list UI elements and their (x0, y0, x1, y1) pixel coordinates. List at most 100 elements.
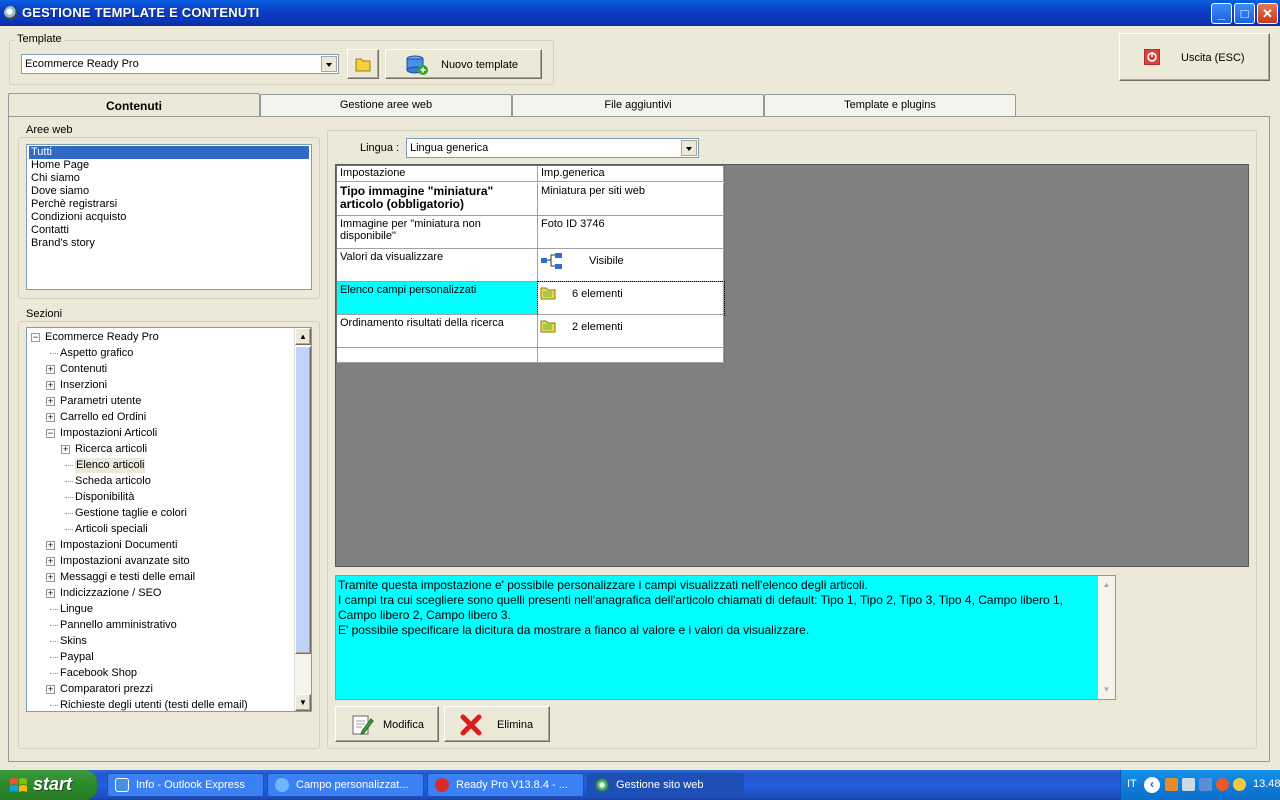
grid-cell-setting[interactable]: Ordinamento risultati della ricerca (337, 315, 538, 348)
close-button[interactable]: ✕ (1257, 3, 1278, 24)
tree-item[interactable]: Lingue (60, 602, 93, 617)
tree-item[interactable]: Articoli speciali (75, 522, 148, 537)
grid-empty-cell[interactable] (538, 348, 724, 363)
expand-icon[interactable]: + (46, 573, 55, 582)
open-folder-button[interactable] (347, 49, 379, 79)
scroll-down-button[interactable]: ▼ (1099, 682, 1114, 697)
grid-cell-setting[interactable]: Valori da visualizzare (337, 249, 538, 282)
start-button[interactable]: start (0, 770, 97, 800)
tree-item[interactable]: Elenco articoli (75, 458, 146, 473)
description-box[interactable]: Tramite questa impostazione e' possibile… (335, 575, 1116, 700)
template-select[interactable]: Ecommerce Ready Pro (21, 54, 339, 74)
expand-icon[interactable]: + (46, 541, 55, 550)
list-item[interactable]: Tutti (29, 146, 309, 159)
grid-cell-setting[interactable]: Tipo immagine "miniatura" articolo (obbl… (337, 183, 538, 216)
tree-item[interactable]: Aspetto grafico (60, 346, 133, 361)
list-item[interactable]: Condizioni acquisto (29, 211, 126, 224)
description-line: I campi tra cui scegliere sono quelli pr… (338, 593, 1063, 607)
tree-item[interactable]: Scheda articolo (75, 474, 151, 489)
grid-empty-cell[interactable] (337, 348, 538, 363)
tree-item[interactable]: Indicizzazione / SEO (60, 586, 162, 601)
task-gestione-sito[interactable]: Gestione sito web (587, 773, 744, 797)
grid-cell-setting[interactable]: Immagine per "miniatura non disponibile" (337, 216, 538, 249)
scroll-thumb[interactable] (295, 346, 311, 654)
collapse-icon[interactable]: − (46, 429, 55, 438)
expand-icon[interactable]: + (46, 397, 55, 406)
messenger-icon[interactable] (1233, 778, 1246, 791)
list-item[interactable]: Contatti (29, 224, 69, 237)
minimize-button[interactable]: _ (1211, 3, 1232, 24)
lingua-select[interactable]: Lingua generica (406, 138, 699, 158)
tree-item[interactable]: Skins (60, 634, 87, 649)
task-ready-pro[interactable]: Ready Pro V13.8.4 - ... (427, 773, 584, 797)
tree-item[interactable]: Ecommerce Ready Pro (45, 330, 159, 345)
collapse-icon[interactable]: − (31, 333, 40, 342)
tree-item[interactable]: Facebook Shop (60, 666, 137, 681)
delete-button[interactable]: Elimina (444, 706, 550, 742)
grid-cell-value[interactable]: 6 elementi (537, 281, 725, 316)
tree-item[interactable]: Gestione taglie e colori (75, 506, 187, 521)
list-item[interactable]: Brand's story (29, 237, 95, 250)
tree-item[interactable]: Pannello amministrativo (60, 618, 177, 633)
list-item[interactable]: Chi siamo (29, 172, 80, 185)
network-icon[interactable] (1182, 778, 1195, 791)
app-tray-icon[interactable] (1216, 778, 1229, 791)
list-item[interactable]: Perchè registrarsi (29, 198, 117, 211)
grid-header-impostazione[interactable]: Impostazione (337, 166, 538, 182)
modify-button[interactable]: Modifica (335, 706, 439, 742)
tree-item[interactable]: Messaggi e testi delle email (60, 570, 195, 585)
grid-header-imp-generica[interactable]: Imp.generica (538, 166, 724, 182)
tab-gestione-aree-web[interactable]: Gestione aree web (260, 94, 512, 116)
chevron-down-icon[interactable] (321, 56, 337, 72)
expand-icon[interactable]: + (46, 365, 55, 374)
description-scrollbar[interactable]: ▲ ▼ (1098, 576, 1115, 699)
tree-item[interactable]: Comparatori prezzi (60, 682, 153, 697)
tree-connector (65, 481, 73, 482)
title-bar[interactable]: GESTIONE TEMPLATE E CONTENUTI _ □ ✕ (0, 0, 1280, 26)
sezioni-tree[interactable]: − Ecommerce Ready Pro Aspetto grafico + Cont… (26, 327, 312, 712)
expand-icon[interactable]: + (46, 589, 55, 598)
grid-cell-value[interactable]: Foto ID 3746 (538, 216, 724, 249)
grid-cell-setting[interactable]: Elenco campi personalizzati (337, 282, 538, 315)
aree-web-list[interactable]: Tutti Home Page Chi siamo Dove siamo Per… (26, 144, 312, 290)
expand-icon[interactable]: + (46, 381, 55, 390)
grid-cell-value[interactable]: Visibile (538, 249, 724, 282)
tree-item[interactable]: Ricerca articoli (75, 442, 147, 457)
tree-item[interactable]: Parametri utente (60, 394, 141, 409)
tab-template-plugins[interactable]: Template e plugins (764, 94, 1016, 116)
tree-item[interactable]: Inserzioni (60, 378, 107, 393)
scroll-up-button[interactable]: ▲ (295, 328, 311, 345)
tree-item[interactable]: Impostazioni Articoli (60, 426, 157, 441)
expand-icon[interactable]: + (46, 557, 55, 566)
tree-item[interactable]: Paypal (60, 650, 94, 665)
grid-cell-value[interactable]: Miniatura per siti web (538, 183, 724, 216)
chevron-left-icon[interactable]: ‹ (1144, 777, 1160, 793)
scroll-up-button[interactable]: ▲ (1099, 577, 1114, 592)
maximize-button[interactable]: □ (1234, 3, 1255, 24)
new-template-button[interactable]: Nuovo template (385, 49, 542, 79)
expand-icon[interactable]: + (61, 445, 70, 454)
expand-icon[interactable]: + (46, 413, 55, 422)
expand-icon[interactable]: + (46, 685, 55, 694)
exit-button[interactable]: Uscita (ESC) (1119, 33, 1270, 81)
scroll-down-button[interactable]: ▼ (295, 694, 311, 711)
task-outlook[interactable]: Info - Outlook Express (107, 773, 264, 797)
tree-item[interactable]: Carrello ed Ordini (60, 410, 146, 425)
tree-item[interactable]: Impostazioni Documenti (60, 538, 177, 553)
grid-cell-value[interactable]: 2 elementi (538, 315, 724, 348)
list-item[interactable]: Dove siamo (29, 185, 89, 198)
tree-item[interactable]: Richieste degli utenti (testi delle emai… (60, 698, 248, 711)
settings-grid: Impostazione Imp.generica Tipo immagine … (336, 165, 725, 363)
tab-file-aggiuntivi[interactable]: File aggiuntivi (512, 94, 764, 116)
tree-item[interactable]: Impostazioni avanzate sito (60, 554, 190, 569)
chevron-down-icon[interactable] (681, 140, 697, 156)
monitor-icon[interactable] (1199, 778, 1212, 791)
tab-contenuti[interactable]: Contenuti (8, 93, 260, 118)
tree-item[interactable]: Disponibilità (75, 490, 134, 505)
list-item[interactable]: Home Page (29, 159, 89, 172)
language-indicator[interactable]: IT (1127, 778, 1137, 790)
tree-scrollbar[interactable]: ▲ ▼ (294, 328, 311, 711)
task-ie[interactable]: Campo personalizzat... (267, 773, 424, 797)
volume-icon[interactable] (1165, 778, 1178, 791)
tree-item[interactable]: Contenuti (60, 362, 107, 377)
